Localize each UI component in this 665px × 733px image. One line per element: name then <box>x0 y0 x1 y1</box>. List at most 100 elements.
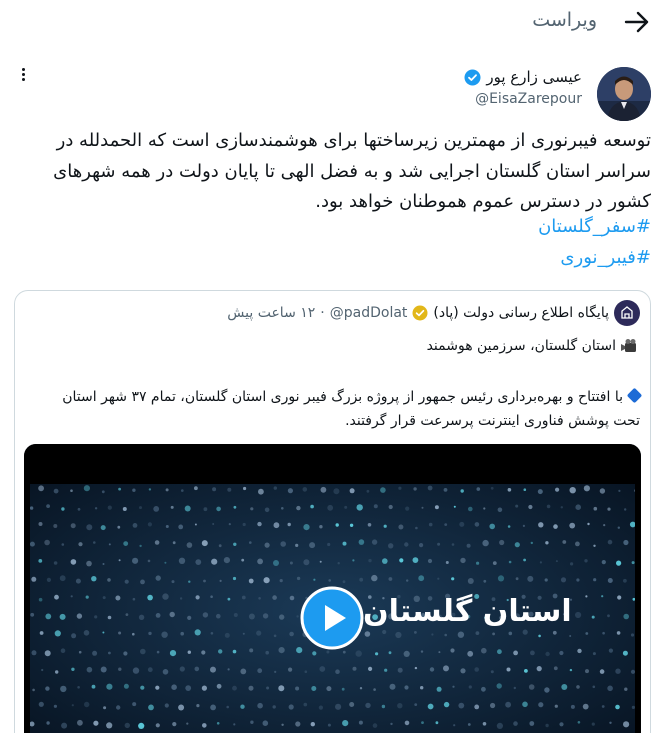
thumbnail-dot <box>108 543 111 546</box>
thumbnail-dot <box>474 704 480 710</box>
thumbnail-dot <box>592 685 596 689</box>
thumbnail-dot <box>218 544 222 548</box>
thumbnail-dot <box>179 666 185 672</box>
thumbnail-dot <box>544 578 548 582</box>
thumbnail-dot <box>147 667 153 673</box>
thumbnail-dot <box>575 504 581 510</box>
thumbnail-dot <box>429 667 435 672</box>
thumbnail-dot <box>629 521 636 528</box>
thumbnail-dot <box>326 650 330 654</box>
thumbnail-dot <box>490 486 494 490</box>
thumbnail-dot <box>233 613 238 617</box>
thumbnail-dot <box>474 667 480 672</box>
thumbnail-dot <box>250 720 254 724</box>
thumbnail-dot <box>371 539 378 545</box>
quoted-source-name: پایگاه اطلاع رسانی دولت (پاد) <box>433 305 609 321</box>
thumbnail-dot <box>59 575 66 582</box>
thumbnail-dot <box>497 575 505 582</box>
thumbnail-dot <box>61 507 65 511</box>
thumbnail-dot <box>538 522 544 528</box>
thumbnail-dot <box>132 488 136 492</box>
thumbnail-dot <box>398 486 402 490</box>
thumbnail-dot <box>451 543 455 546</box>
thumbnail-dot <box>431 633 434 636</box>
thumbnail-dot <box>257 558 263 565</box>
thumbnail-dot <box>559 650 564 656</box>
thumbnail-dot <box>607 578 613 583</box>
thumbnail-dot <box>399 558 404 563</box>
thumbnail-dot <box>233 505 237 509</box>
thumbnail-dot <box>86 524 93 531</box>
thumbnail-dot <box>427 703 434 710</box>
thumbnail-dot <box>427 485 433 491</box>
thumbnail-dot <box>273 560 279 566</box>
quoted-body: با افتتاح و بهره‌برداری رئیس جمهور از پر… <box>44 386 643 433</box>
thumbnail-dot <box>319 560 322 563</box>
thumbnail-dot <box>327 504 334 511</box>
thumbnail-dot <box>29 506 34 510</box>
thumbnail-dot <box>414 703 418 706</box>
thumbnail-dot <box>349 488 355 494</box>
thumbnail-dot <box>601 560 606 565</box>
thumbnail-dot <box>31 576 37 582</box>
thumbnail-dot <box>224 632 230 638</box>
thumbnail-dot <box>352 559 355 562</box>
thumbnail-dot <box>631 705 636 709</box>
avatar[interactable] <box>597 67 651 121</box>
quoted-post[interactable]: پایگاه اطلاع رسانی دولت (پاد) @padDolat … <box>14 290 651 733</box>
thumbnail-dot <box>576 685 580 689</box>
play-icon[interactable] <box>300 586 364 650</box>
thumbnail-dot <box>70 489 73 492</box>
hashtag-link[interactable]: #سفر_گلستان <box>538 216 651 237</box>
thumbnail-dot <box>289 561 293 565</box>
thumbnail-dot <box>553 666 558 671</box>
thumbnail-dot <box>355 650 362 657</box>
thumbnail-dot <box>631 561 635 565</box>
author-name-row[interactable]: عیسی زارع پور <box>464 68 582 86</box>
thumbnail-dot <box>71 704 74 707</box>
thumbnail-dot <box>44 539 50 546</box>
thumbnail-dot <box>186 722 189 725</box>
thumbnail-dot <box>444 523 448 526</box>
thumbnail-dot <box>71 633 77 639</box>
separator-dot: · <box>320 305 325 321</box>
thumbnail-dot <box>326 686 332 692</box>
thumbnail-dot <box>492 632 495 636</box>
thumbnail-dot <box>622 650 628 656</box>
thumbnail-dot <box>412 557 419 563</box>
thumbnail-dot <box>380 487 386 493</box>
thumbnail-dot <box>164 561 167 564</box>
thumbnail-dot <box>86 666 93 673</box>
thumbnail-dot <box>382 558 388 564</box>
thumbnail-dot <box>118 631 122 635</box>
thumbnail-dot <box>296 576 301 581</box>
more-options-icon[interactable] <box>12 66 34 88</box>
thumbnail-dot <box>258 488 264 495</box>
thumbnail-dot <box>242 632 245 635</box>
thumbnail-dot <box>373 688 376 691</box>
thumbnail-dot <box>169 650 177 657</box>
thumbnail-dot <box>227 597 231 601</box>
thumbnail-dot <box>210 595 213 598</box>
thumbnail-dot <box>546 504 551 509</box>
thumbnail-dot <box>523 558 526 562</box>
author-name[interactable]: عیسی زارع پور <box>486 68 582 86</box>
thumbnail-dot <box>70 523 76 529</box>
edit-button[interactable]: ویراست <box>532 9 597 31</box>
author-handle[interactable]: @EisaZarepour <box>464 91 582 107</box>
video-player[interactable]: استان گلستان <box>24 444 641 733</box>
hashtag-link[interactable]: #فیبر_نوری <box>560 247 651 268</box>
thumbnail-dot <box>523 488 527 491</box>
thumbnail-dot <box>273 522 280 529</box>
thumbnail-dot <box>124 579 129 584</box>
thumbnail-dot <box>91 576 97 582</box>
thumbnail-dot <box>328 579 332 582</box>
thumbnail-dot <box>123 541 129 546</box>
thumbnail-dot <box>102 631 105 634</box>
thumbnail-dot <box>196 704 200 708</box>
thumbnail-dot <box>467 723 471 726</box>
thumbnail-dot <box>46 721 50 725</box>
thumbnail-dot <box>85 595 89 599</box>
arrow-right-icon[interactable] <box>622 8 652 36</box>
thumbnail-dot <box>630 669 636 674</box>
